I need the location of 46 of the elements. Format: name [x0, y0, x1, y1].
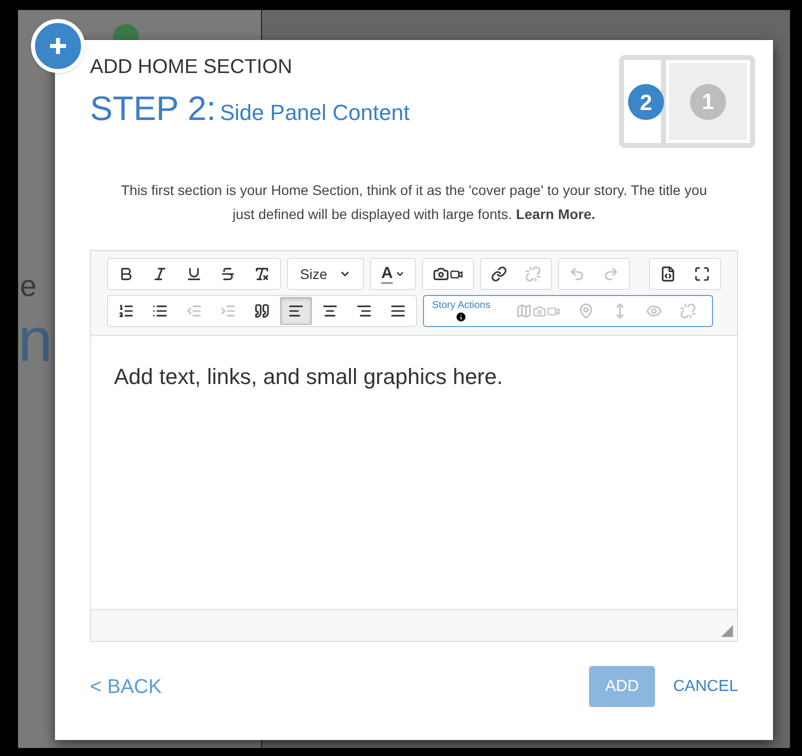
outdent-icon [186, 303, 202, 319]
align-left-button[interactable] [280, 297, 312, 325]
info-icon [455, 310, 468, 322]
quote-icon [254, 303, 270, 319]
story-actions-label: Story Actions [432, 300, 490, 310]
cancel-button[interactable]: CANCEL [673, 674, 738, 698]
step-label: STEP 2: [90, 92, 216, 126]
step-badge: 2 [628, 84, 664, 120]
align-center-icon [322, 303, 338, 319]
undo-icon [568, 266, 585, 282]
redo-icon [602, 266, 619, 282]
caret-icon [394, 269, 405, 279]
pin-icon [578, 303, 594, 319]
step-badge: 1 [690, 84, 726, 120]
strikethrough-icon [220, 266, 236, 282]
editor-content[interactable]: Add text, links, and small graphics here. [91, 336, 737, 609]
link-icon [490, 266, 507, 282]
indent-icon [220, 303, 236, 319]
editor-text: Add text, links, and small graphics here. [114, 364, 503, 389]
camera-icon [432, 266, 449, 282]
fullscreen-icon [694, 266, 710, 282]
italic-icon [152, 266, 168, 282]
background-text: e [20, 272, 37, 302]
unlink-icon [680, 303, 696, 319]
camera-icon [533, 304, 546, 318]
align-left-icon [288, 303, 304, 319]
numbered-list-icon [118, 303, 134, 319]
description: This first section is your Home Section, think of it as the 'cover page' to your story. The title you just defined will be displayed with large fonts. Learn More. [120, 181, 708, 224]
justify-icon [390, 303, 406, 319]
size-dropdown[interactable]: Size [287, 258, 364, 290]
resize-grip-icon[interactable] [721, 625, 733, 637]
clear-format-icon [254, 266, 270, 282]
unlink-icon [524, 266, 541, 282]
align-right-icon [356, 303, 372, 319]
step-title: Side Panel Content [220, 99, 410, 127]
bullet-list-icon [152, 303, 168, 319]
bold-icon [118, 266, 134, 282]
source-code-icon [660, 266, 676, 282]
eye-icon [646, 303, 662, 319]
dialog-title: ADD HOME SECTION [90, 55, 294, 80]
text-color-button[interactable]: A [370, 258, 416, 290]
video-icon [547, 304, 560, 318]
video-icon [450, 268, 463, 280]
background-text: n [18, 310, 52, 372]
underline-icon [186, 266, 202, 282]
map-icon [516, 303, 532, 319]
